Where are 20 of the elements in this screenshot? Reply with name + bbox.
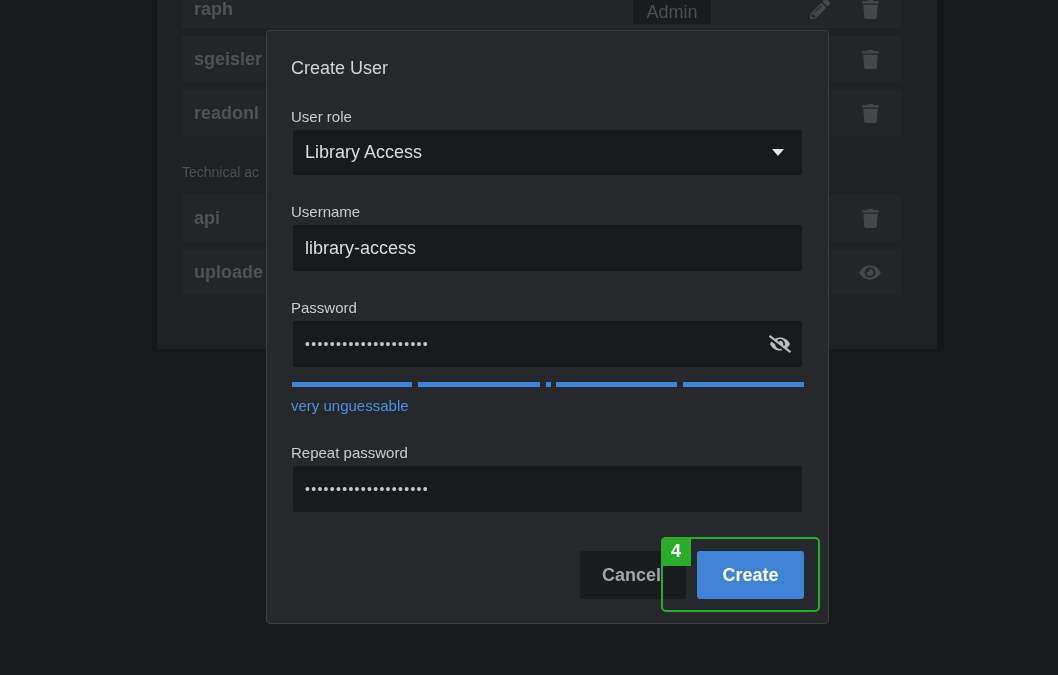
field-label: Repeat password [291,443,408,463]
step-marker: 4 [661,537,691,566]
caret-icon [772,149,784,156]
field-label: Username [291,202,361,222]
trash-icon[interactable] [861,208,879,228]
password-field[interactable]: •••••••••••••••••••• [293,466,802,512]
trash-icon[interactable] [861,0,879,19]
password-field[interactable]: •••••••••••••••••••• [293,321,802,367]
role-dropdown[interactable]: Library Access [293,130,802,175]
dialog-title: Create User [291,57,389,80]
field-label: Password [291,298,357,318]
eye-slash-icon[interactable] [769,335,791,353]
strength-label: very unguessable [291,396,409,416]
trash-icon[interactable] [861,103,879,123]
trash-icon[interactable] [861,49,879,69]
pencil-icon[interactable] [810,0,830,19]
username-field[interactable]: library-access [293,225,802,271]
eye-icon[interactable] [859,262,881,282]
field-label: User role [291,107,352,127]
create-button[interactable]: Create [697,551,804,599]
